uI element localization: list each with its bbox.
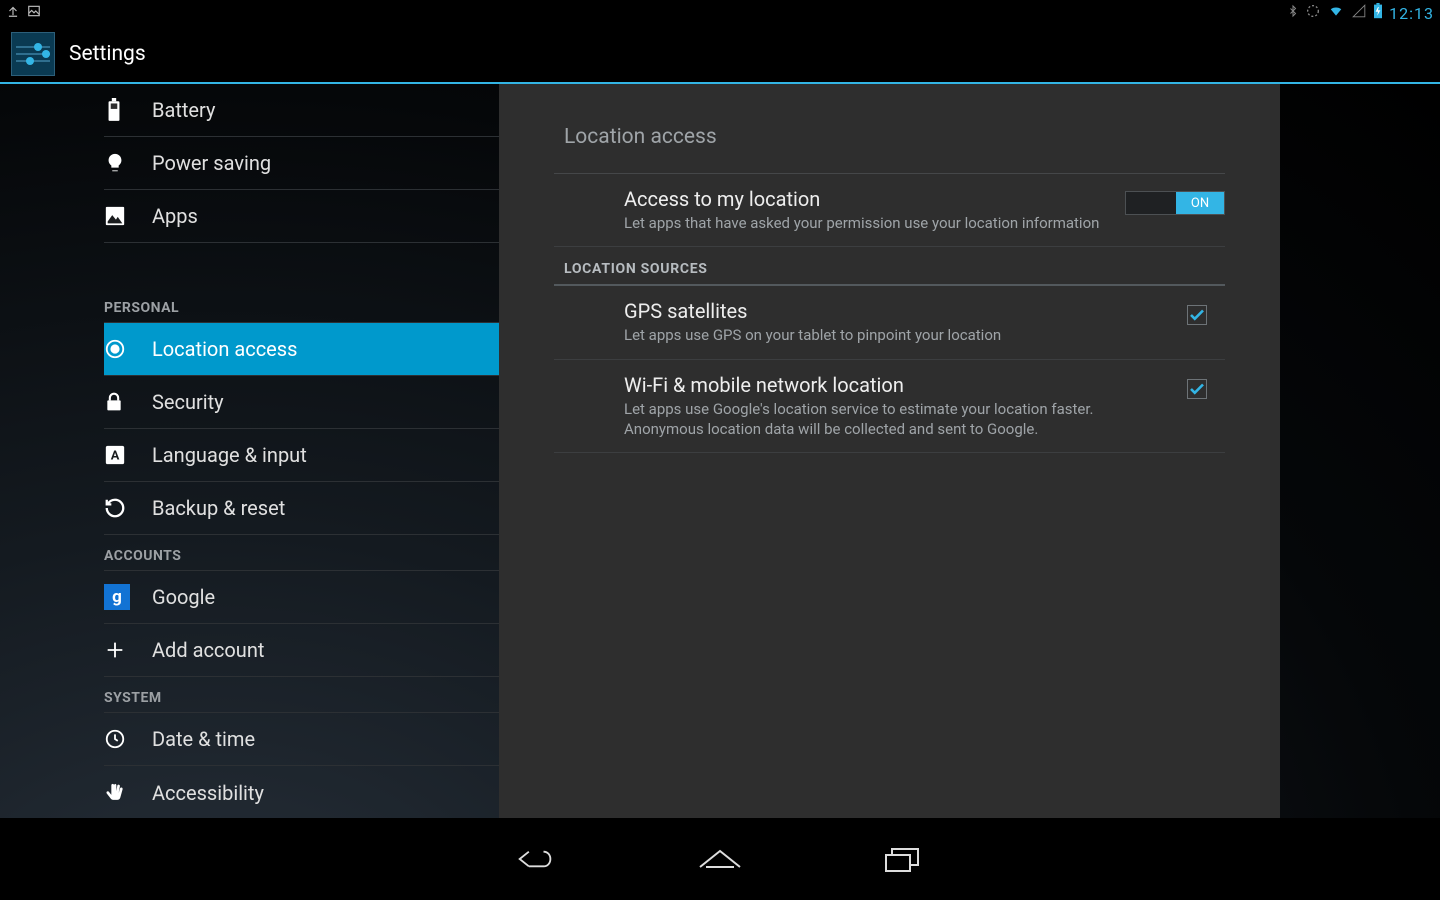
sidebar-item-battery[interactable]: Battery: [104, 84, 499, 137]
sidebar-category-system: SYSTEM: [104, 677, 499, 713]
home-button[interactable]: [690, 839, 750, 879]
sidebar-item-label: Date & time: [152, 727, 255, 751]
plus-icon: [104, 639, 152, 661]
sidebar-item-label: Backup & reset: [152, 496, 285, 520]
access-location-toggle[interactable]: ON: [1125, 191, 1225, 215]
sidebar-item-label: Accessibility: [152, 781, 264, 805]
navigation-bar: [0, 818, 1440, 900]
status-clock: 12:13: [1389, 4, 1434, 23]
setting-wifi-location[interactable]: Wi-Fi & mobile network location Let apps…: [554, 360, 1225, 454]
action-bar: Settings: [0, 26, 1440, 84]
location-sources-header: LOCATION SOURCES: [554, 247, 1225, 286]
sidebar-item-language[interactable]: A Language & input: [104, 429, 499, 482]
setting-access-location[interactable]: Access to my location Let apps that have…: [554, 174, 1225, 247]
hand-icon: [104, 782, 152, 804]
action-bar-title: Settings: [69, 42, 146, 66]
setting-subtitle: Let apps that have asked your permission…: [624, 213, 1099, 233]
sidebar-item-label: Add account: [152, 638, 264, 662]
detail-pane: Location access Access to my location Le…: [499, 84, 1280, 818]
settings-app-icon[interactable]: [11, 32, 55, 76]
sidebar-item-security[interactable]: Security: [104, 376, 499, 429]
upload-icon: [6, 4, 20, 22]
sidebar-item-accessibility[interactable]: Accessibility: [104, 766, 499, 818]
restore-icon: [104, 497, 152, 519]
sidebar-item-label: Language & input: [152, 443, 307, 467]
signal-icon: [1351, 4, 1367, 22]
sidebar-item-google[interactable]: g Google: [104, 571, 499, 624]
sidebar-item-label: Google: [152, 585, 215, 609]
google-icon: g: [104, 584, 152, 610]
sidebar-item-label: Apps: [152, 204, 198, 228]
sidebar-item-label: Security: [152, 390, 224, 414]
toggle-on-label: ON: [1176, 192, 1224, 214]
setting-gps[interactable]: GPS satellites Let apps use GPS on your …: [554, 286, 1225, 359]
gps-ring-icon: [1305, 3, 1321, 23]
sidebar-item-date-time[interactable]: Date & time: [104, 713, 499, 766]
lock-icon: [104, 391, 152, 413]
location-icon: [104, 338, 152, 360]
language-icon: A: [104, 444, 152, 466]
setting-title: Access to my location: [624, 187, 1099, 211]
bulb-icon: [104, 151, 152, 175]
sidebar-category-accounts: ACCOUNTS: [104, 535, 499, 571]
recents-button[interactable]: [872, 839, 932, 879]
detail-title: Location access: [554, 115, 1225, 173]
sidebar-item-label: Location access: [152, 337, 297, 361]
battery-status-icon: [1373, 3, 1383, 23]
battery-icon: [104, 98, 152, 122]
back-button[interactable]: [508, 839, 568, 879]
sidebar-item-label: Battery: [152, 98, 215, 122]
setting-subtitle: Let apps use GPS on your tablet to pinpo…: [624, 325, 1001, 345]
sidebar-item-backup[interactable]: Backup & reset: [104, 482, 499, 535]
setting-subtitle: Let apps use Google's location service t…: [624, 399, 1144, 440]
setting-title: GPS satellites: [624, 299, 1001, 323]
sidebar-item-add-account[interactable]: Add account: [104, 624, 499, 677]
wifi-icon: [1327, 4, 1345, 22]
status-bar: 12:13: [0, 0, 1440, 26]
sidebar-item-location-access[interactable]: Location access: [104, 323, 499, 376]
setting-title: Wi-Fi & mobile network location: [624, 373, 1144, 397]
svg-text:A: A: [111, 449, 120, 464]
sidebar-category-personal: PERSONAL: [104, 287, 499, 323]
sidebar-item-label: Power saving: [152, 151, 271, 175]
sidebar-item-power-saving[interactable]: Power saving: [104, 137, 499, 190]
bluetooth-icon: [1287, 3, 1299, 23]
gps-checkbox[interactable]: [1187, 305, 1207, 325]
picture-icon: [26, 4, 42, 22]
wifi-location-checkbox[interactable]: [1187, 379, 1207, 399]
clock-icon: [104, 728, 152, 750]
apps-icon: [104, 205, 152, 227]
sidebar-item-apps[interactable]: Apps: [104, 190, 499, 243]
settings-sidebar: Battery Power saving Apps PERSONAL: [0, 84, 499, 818]
